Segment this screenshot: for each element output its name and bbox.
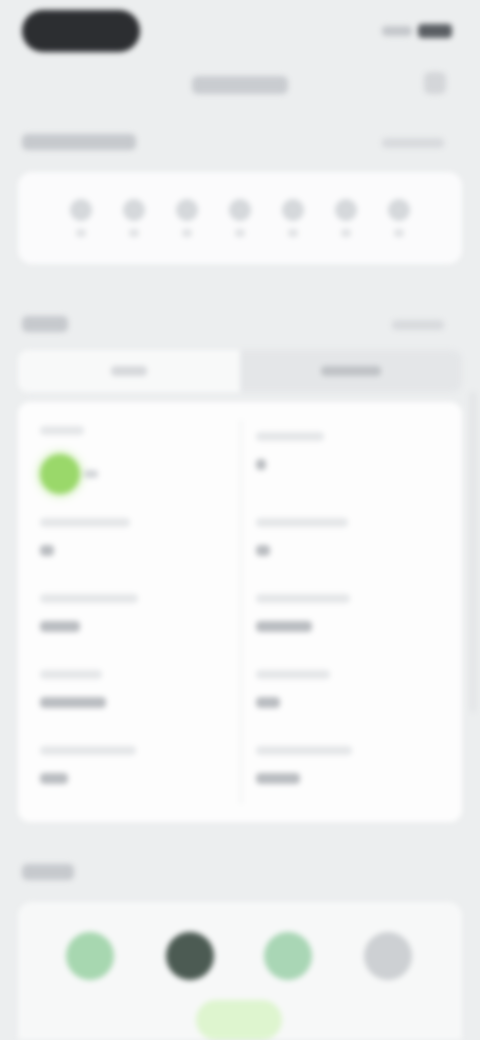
details-section-link[interactable] [392,320,444,330]
plant-icon[interactable] [264,932,312,980]
app-screen [0,0,480,1040]
day-label [235,229,245,237]
field-label [256,432,324,441]
day-label [182,229,192,237]
field-value [256,545,270,556]
status-icons [382,24,452,38]
field-label [256,594,350,603]
field-label [40,426,84,435]
column-divider [240,420,242,804]
battery-icon [418,24,452,38]
day-dot [176,199,198,221]
day-item[interactable] [282,199,304,237]
week-calendar [18,172,462,264]
day-item[interactable] [229,199,251,237]
day-item[interactable] [70,199,92,237]
field-label [256,518,348,527]
week-section-title [22,134,136,150]
field-value [256,773,300,784]
field-value [40,545,54,556]
day-label [341,229,351,237]
status-indicator [40,454,80,494]
day-dot [335,199,357,221]
detail-field [40,746,136,784]
day-item[interactable] [176,199,198,237]
field-label [40,518,130,527]
day-label [394,229,404,237]
gear-icon[interactable] [364,932,412,980]
day-label [76,229,86,237]
field-label [40,670,102,679]
field-value [40,773,68,784]
field-value [40,621,80,632]
details-section-title [22,316,68,332]
tab-first-label [111,366,147,376]
detail-field [40,670,106,708]
day-dot [70,199,92,221]
detail-field [40,594,138,632]
day-dot [282,199,304,221]
detail-field [256,518,348,556]
day-item[interactable] [123,199,145,237]
detail-field [256,746,352,784]
field-value [256,459,266,470]
day-dot [123,199,145,221]
moon-icon[interactable] [166,932,214,980]
status-value [84,470,98,478]
signal-icon [382,26,412,36]
detail-field [256,594,350,632]
page-title-text [192,76,288,94]
details-card [18,402,462,822]
tab-second[interactable] [240,350,462,392]
field-label [256,746,352,755]
day-label [129,229,139,237]
status-field [40,426,84,453]
segmented-tabs [18,350,462,392]
leaf-icon[interactable] [66,932,114,980]
field-value [40,697,106,708]
day-item[interactable] [388,199,410,237]
tab-second-label [321,366,381,376]
active-nav-highlight [196,1000,282,1040]
detail-field [256,670,330,708]
field-value [256,697,280,708]
day-item[interactable] [335,199,357,237]
day-dot [388,199,410,221]
dynamic-island [22,10,140,52]
day-label [288,229,298,237]
field-value [256,621,312,632]
tab-first[interactable] [18,350,240,392]
page-title [0,76,480,99]
day-dot [229,199,251,221]
detail-field [256,432,324,470]
scrollbar[interactable] [470,392,476,712]
week-section-link[interactable] [382,138,444,148]
more-icon[interactable] [424,72,446,94]
field-label [40,594,138,603]
field-label [40,746,136,755]
detail-field [40,518,130,556]
field-label [256,670,330,679]
bottom-section-title [22,864,74,880]
